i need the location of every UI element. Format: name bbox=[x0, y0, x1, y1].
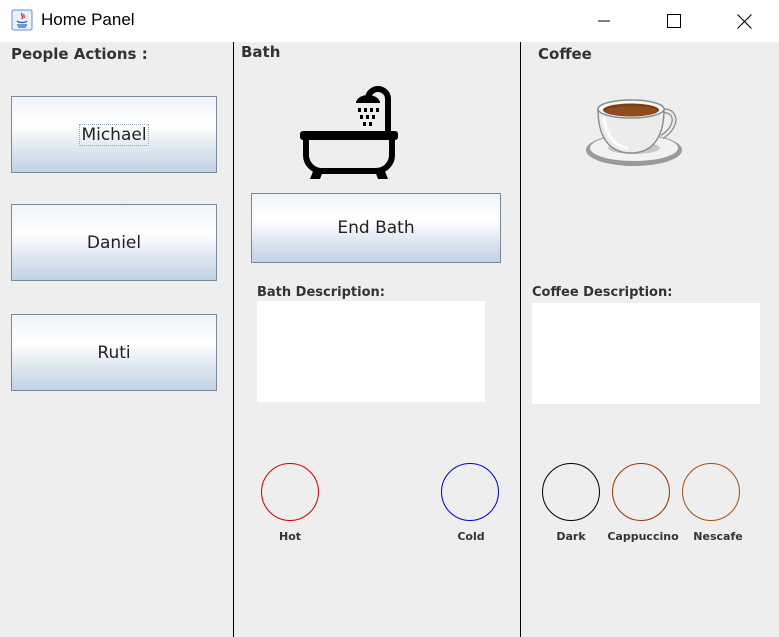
cappuccino-option-button[interactable] bbox=[612, 463, 670, 521]
cold-option-button[interactable] bbox=[441, 463, 499, 521]
person-button-michael[interactable]: Michael bbox=[11, 96, 217, 173]
end-bath-button[interactable]: End Bath bbox=[251, 193, 501, 263]
bath-description-field[interactable] bbox=[257, 301, 485, 402]
person-label-daniel: Daniel bbox=[86, 232, 142, 253]
hot-option-label: Hot bbox=[278, 530, 302, 543]
person-button-daniel[interactable]: Daniel bbox=[11, 204, 217, 281]
bathtub-icon bbox=[300, 86, 398, 179]
close-icon bbox=[736, 13, 752, 29]
maximize-button[interactable] bbox=[639, 0, 709, 42]
person-label-michael: Michael bbox=[79, 123, 149, 146]
end-bath-label: End Bath bbox=[337, 218, 415, 238]
minimize-icon bbox=[598, 20, 610, 22]
divider-right bbox=[520, 42, 521, 637]
window-titlebar: Home Panel bbox=[0, 0, 779, 42]
coffee-heading: Coffee bbox=[538, 45, 592, 63]
minimize-button[interactable] bbox=[569, 0, 639, 42]
divider-left bbox=[233, 42, 234, 637]
bath-description-label: Bath Description: bbox=[257, 285, 385, 300]
person-button-ruti[interactable]: Ruti bbox=[11, 314, 217, 391]
dark-option-button[interactable] bbox=[542, 463, 600, 521]
close-button[interactable] bbox=[709, 0, 779, 42]
cold-option-label: Cold bbox=[457, 530, 485, 543]
java-icon bbox=[11, 9, 33, 31]
hot-option-button[interactable] bbox=[261, 463, 319, 521]
people-heading: People Actions : bbox=[11, 45, 148, 63]
coffee-cup-icon bbox=[586, 99, 682, 166]
bath-heading: Bath bbox=[241, 43, 281, 61]
nescafe-option-button[interactable] bbox=[682, 463, 740, 521]
window-title: Home Panel bbox=[41, 10, 135, 29]
person-label-ruti: Ruti bbox=[97, 342, 131, 363]
nescafe-option-label: Nescafe bbox=[693, 530, 743, 543]
coffee-description-field[interactable] bbox=[532, 303, 760, 404]
maximize-icon bbox=[667, 14, 681, 28]
coffee-description-label: Coffee Description: bbox=[532, 285, 673, 300]
